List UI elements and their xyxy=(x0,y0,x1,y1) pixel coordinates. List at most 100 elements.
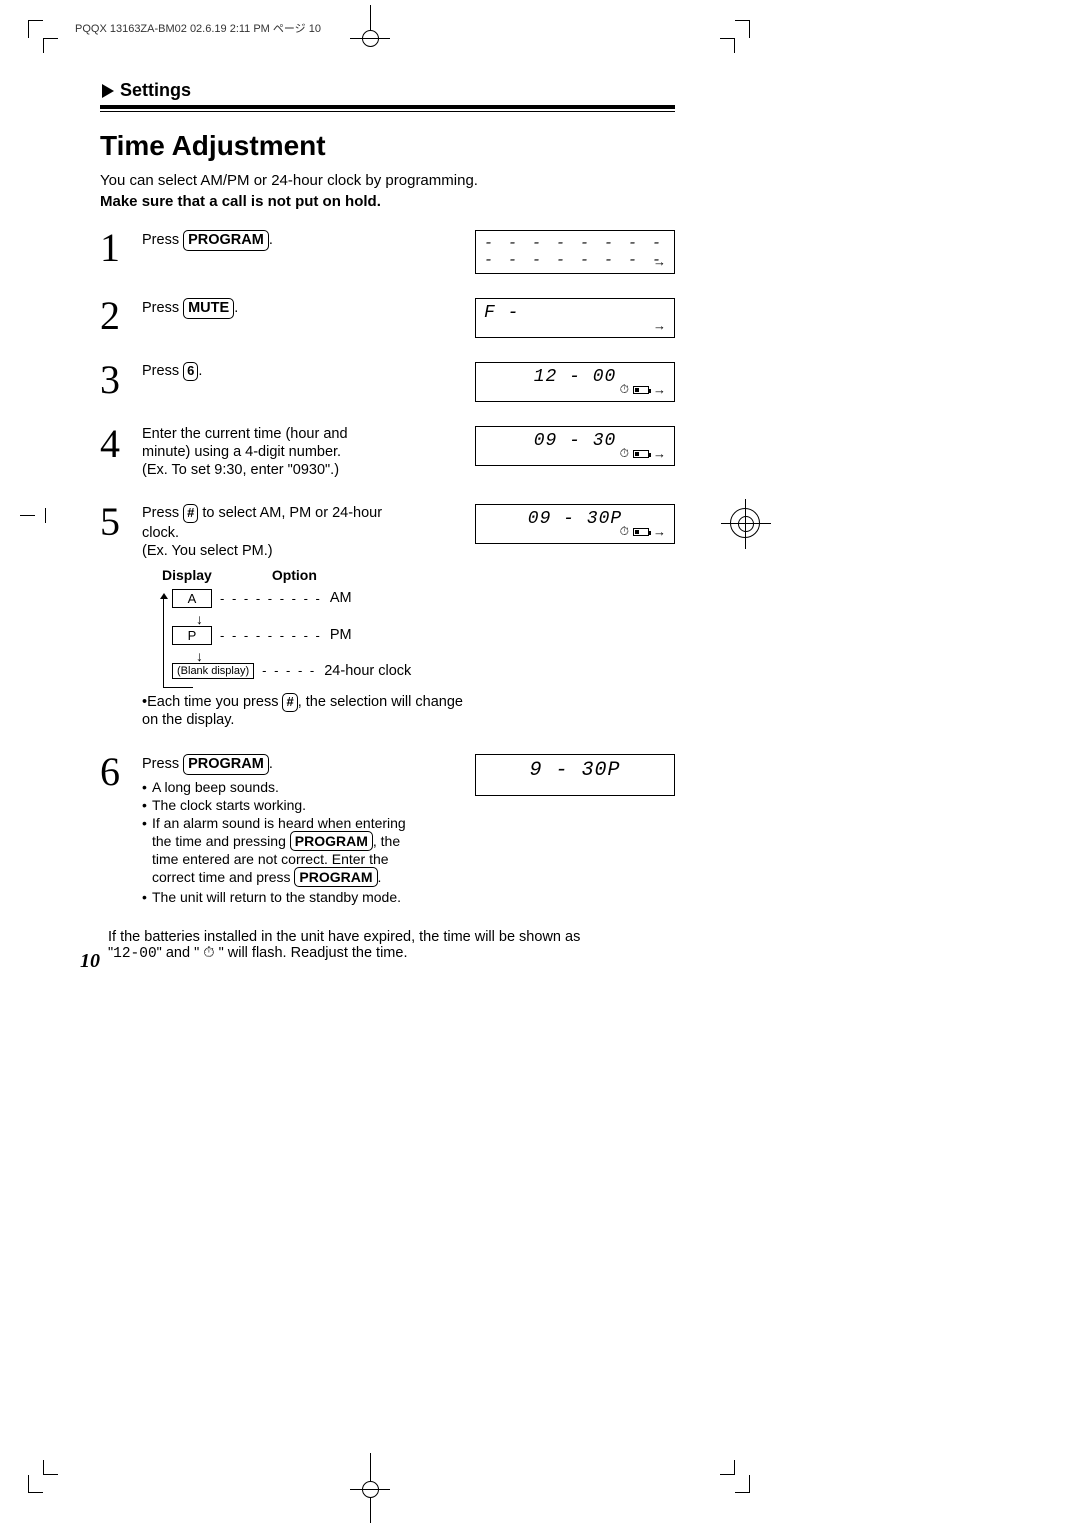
crop-mark xyxy=(350,38,390,39)
registration-mark xyxy=(20,515,35,516)
page-content: Settings Time Adjustment You can select … xyxy=(100,80,675,962)
keycap-program: PROGRAM xyxy=(294,867,377,887)
arrow-icon xyxy=(653,524,666,539)
table-header-option: Option xyxy=(272,567,317,583)
arrow-icon xyxy=(653,254,666,269)
step-text: (Ex. To set 9:30, enter "0930".) xyxy=(142,462,463,478)
dash-line: - - - - - xyxy=(262,663,316,678)
lcd-display-4: 09 - 30 xyxy=(475,426,675,466)
step-number: 3 xyxy=(100,360,130,400)
keycap-hash: # xyxy=(183,504,198,523)
crop-mark xyxy=(350,1489,390,1490)
arrow-down-icon: ↓ xyxy=(196,649,463,663)
step-text: to select AM, PM or 24-hour xyxy=(198,505,382,521)
keycap-mute: MUTE xyxy=(183,298,234,319)
crop-mark xyxy=(735,1475,750,1493)
battery-icon xyxy=(633,450,649,458)
arrow-up-icon xyxy=(160,593,168,599)
section-header: Settings xyxy=(100,80,675,101)
crop-mark xyxy=(720,1460,735,1475)
crop-mark xyxy=(43,38,58,53)
crop-mark xyxy=(735,20,750,38)
lcd-display-2: F - xyxy=(475,298,675,338)
bullet-item: If an alarm sound is heard when entering… xyxy=(142,815,463,887)
step-number: 1 xyxy=(100,228,130,268)
arrow-icon xyxy=(653,382,666,397)
footer-note: If the batteries installed in the unit h… xyxy=(108,929,675,962)
step-text: clock. xyxy=(142,525,463,541)
page-number: 10 xyxy=(80,950,100,973)
step-text: minute) using a 4-digit number. xyxy=(142,444,463,460)
lcd-text: - - - - - - - - - - - - - - - - xyxy=(484,235,666,269)
arrow-down-icon: ↓ xyxy=(196,612,463,626)
step-1: 1 Press PROGRAM. - - - - - - - - - - - -… xyxy=(100,228,675,274)
intro-warning: Make sure that a call is not put on hold… xyxy=(100,193,675,210)
crop-mark xyxy=(28,1475,43,1493)
step-number: 2 xyxy=(100,296,130,336)
battery-icon xyxy=(633,528,649,536)
step-text: Press xyxy=(142,505,183,521)
flow-option-24h: 24-hour clock xyxy=(324,663,411,679)
bullet-item: A long beep sounds. xyxy=(142,779,463,795)
step-5: 5 Press # to select AM, PM or 24-hour cl… xyxy=(100,502,675,730)
step-text: Press xyxy=(142,363,183,379)
arrow-icon xyxy=(653,446,666,461)
section-title: Settings xyxy=(120,80,191,101)
page-title: Time Adjustment xyxy=(100,130,675,162)
flow-option-am: AM xyxy=(330,590,352,606)
flow-display-a: A xyxy=(172,589,212,608)
step-text: . xyxy=(234,300,238,316)
clock-icon: ⏱ xyxy=(203,945,214,961)
bullet-item: The clock starts working. xyxy=(142,797,463,813)
step-text: Press xyxy=(142,756,183,772)
keycap-hash: # xyxy=(282,693,297,712)
battery-icon xyxy=(633,386,649,394)
option-flow-diagram: A - - - - - - - - - AM ↓ P - - - - - - -… xyxy=(142,589,463,679)
step-text: Press xyxy=(142,232,183,248)
flow-display-p: P xyxy=(172,626,212,645)
step-2: 2 Press MUTE. F - xyxy=(100,296,675,338)
lcd-display-5: 09 - 30P xyxy=(475,504,675,544)
print-header: PQQX 13163ZA-BM02 02.6.19 2:11 PM ページ 10 xyxy=(75,20,321,36)
intro-text: You can select AM/PM or 24-hour clock by… xyxy=(100,172,675,189)
clock-icon xyxy=(620,446,629,461)
step-text: . xyxy=(198,363,202,379)
step5-note: Each time you press xyxy=(147,694,282,710)
step-3: 3 Press 6. 12 - 00 xyxy=(100,360,675,402)
step-text: Press xyxy=(142,300,183,316)
divider xyxy=(100,111,675,112)
crop-mark xyxy=(28,20,43,38)
lcd-display-1: - - - - - - - - - - - - - - - - xyxy=(475,230,675,274)
step-number: 5 xyxy=(100,502,130,542)
bullet-item: The unit will return to the standby mode… xyxy=(142,889,463,905)
step-text: Enter the current time (hour and xyxy=(142,426,463,442)
table-header-display: Display xyxy=(162,567,212,583)
arrow-right-icon xyxy=(102,84,114,98)
lcd-display-3: 12 - 00 xyxy=(475,362,675,402)
keycap-program: PROGRAM xyxy=(290,831,373,851)
dash-line: - - - - - - - - - xyxy=(220,591,322,606)
divider xyxy=(100,105,675,109)
arrow-icon xyxy=(653,318,666,333)
crop-mark xyxy=(720,38,735,53)
flow-display-blank: (Blank display) xyxy=(172,663,254,679)
step-4: 4 Enter the current time (hour and minut… xyxy=(100,424,675,480)
step-number: 6 xyxy=(100,752,130,792)
lcd-text: 9 - 30P xyxy=(484,759,666,782)
lcd-display-6: 9 - 30P xyxy=(475,754,675,796)
clock-icon xyxy=(620,382,629,397)
keycap-6: 6 xyxy=(183,362,198,381)
flow-option-pm: PM xyxy=(330,627,352,643)
step-text: (Ex. You select PM.) xyxy=(142,543,463,559)
keycap-program: PROGRAM xyxy=(183,754,269,775)
step-text: . xyxy=(269,232,273,248)
step-6: 6 Press PROGRAM. A long beep sounds. The… xyxy=(100,752,675,907)
step-text: . xyxy=(269,756,273,772)
clock-icon xyxy=(620,524,629,539)
registration-mark xyxy=(730,508,760,538)
dash-line: - - - - - - - - - xyxy=(220,628,322,643)
lcd-text: F - xyxy=(484,303,666,323)
crop-mark xyxy=(43,1460,58,1475)
step-number: 4 xyxy=(100,424,130,464)
keycap-program: PROGRAM xyxy=(183,230,269,251)
